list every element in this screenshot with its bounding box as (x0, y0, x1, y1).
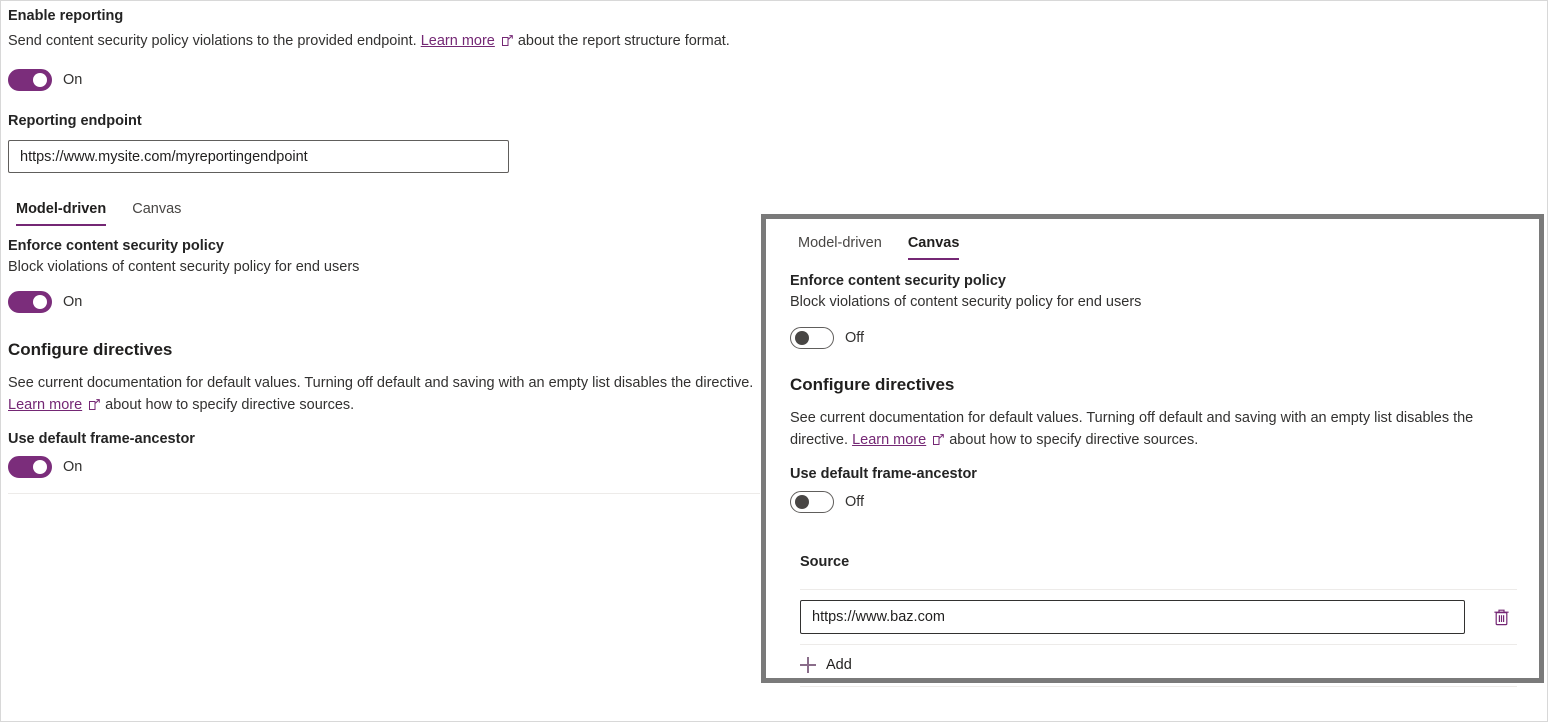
source-input[interactable]: https://www.baz.com (800, 600, 1465, 634)
external-link-icon (89, 399, 100, 410)
add-source-label: Add (826, 657, 852, 673)
inset-frame-ancestor-toggle[interactable] (790, 491, 834, 513)
inset-frame-ancestor-toggle-state: Off (845, 494, 864, 510)
enforce-policy-toggle-state: On (63, 294, 82, 310)
source-list: Source https://www.baz.com (790, 552, 1525, 687)
configure-directives-description-part2: about how to specify directive sources. (105, 397, 354, 413)
frame-ancestor-toggle[interactable] (8, 456, 52, 478)
background-settings-panel: Enable reporting Send content security p… (8, 0, 760, 494)
toggle-knob (795, 331, 809, 345)
frame-ancestor-toggle-row[interactable]: On (8, 456, 760, 478)
delete-source-button[interactable] (1485, 601, 1517, 633)
enforce-policy-toggle-row[interactable]: On (8, 291, 760, 313)
toggle-knob (33, 460, 47, 474)
reporting-endpoint-input[interactable]: https://www.mysite.com/myreportingendpoi… (8, 140, 509, 173)
inset-enforce-policy-description: Block violations of content security pol… (790, 291, 1525, 313)
learn-more-link-directives[interactable]: Learn more (8, 397, 82, 413)
enable-reporting-description: Send content security policy violations … (8, 30, 756, 52)
enable-reporting-toggle-state: On (63, 72, 82, 88)
inset-enforce-policy-label: Enforce content security policy (790, 271, 1525, 291)
enable-reporting-toggle-row[interactable]: On (8, 69, 760, 91)
enable-reporting-description-part2: about the report structure format. (518, 33, 730, 49)
configure-directives-description-part1: See current documentation for default va… (8, 375, 753, 391)
learn-more-link-reporting[interactable]: Learn more (421, 33, 495, 49)
toggle-knob (795, 495, 809, 509)
section-divider (8, 493, 760, 494)
inset-enforce-policy-toggle-state: Off (845, 330, 864, 346)
enable-reporting-description-part1: Send content security policy violations … (8, 33, 417, 49)
toggle-knob (33, 73, 47, 87)
source-column-header: Source (800, 552, 1517, 572)
source-row: https://www.baz.com (800, 600, 1517, 634)
canvas-settings-inset-panel: Model-driven Canvas Enforce content secu… (761, 214, 1544, 683)
source-row-divider (800, 644, 1517, 645)
enable-reporting-label: Enable reporting (8, 6, 760, 26)
enforce-policy-toggle[interactable] (8, 291, 52, 313)
reporting-endpoint-label: Reporting endpoint (8, 111, 760, 131)
external-link-icon (933, 434, 944, 445)
inset-enforce-policy-group: Enforce content security policy Block vi… (790, 271, 1525, 313)
frame-ancestor-toggle-state: On (63, 459, 82, 475)
enable-reporting-toggle[interactable] (8, 69, 52, 91)
tab-model-driven[interactable]: Model-driven (16, 201, 106, 226)
inset-configure-directives-description: See current documentation for default va… (790, 407, 1525, 451)
inset-tablist: Model-driven Canvas (790, 235, 1525, 260)
inset-configure-directives-heading: Configure directives (790, 373, 1525, 397)
add-source-button[interactable]: Add (800, 649, 1517, 681)
toggle-knob (33, 295, 47, 309)
trash-icon (1493, 608, 1510, 626)
inset-configure-directives-description-part2: about how to specify directive sources. (949, 432, 1198, 448)
enforce-policy-group: Enforce content security policy Block vi… (8, 236, 760, 278)
inset-enforce-policy-toggle-row[interactable]: Off (790, 327, 1525, 349)
inset-tab-canvas[interactable]: Canvas (908, 235, 960, 260)
enforce-policy-label: Enforce content security policy (8, 236, 760, 256)
configure-directives-heading: Configure directives (8, 338, 760, 362)
inset-frame-ancestor-toggle-row[interactable]: Off (790, 491, 1525, 513)
tab-canvas[interactable]: Canvas (132, 201, 181, 226)
enforce-policy-description: Block violations of content security pol… (8, 256, 760, 278)
reporting-endpoint-group: Reporting endpoint https://www.mysite.co… (8, 111, 760, 173)
frame-ancestor-label: Use default frame-ancestor (8, 429, 760, 449)
add-row-divider (800, 686, 1517, 687)
background-tablist: Model-driven Canvas (8, 201, 760, 226)
inset-tab-model-driven[interactable]: Model-driven (798, 235, 882, 260)
source-header-divider (800, 589, 1517, 590)
inset-enforce-policy-toggle[interactable] (790, 327, 834, 349)
plus-icon (800, 657, 816, 673)
canvas-settings-inner: Model-driven Canvas Enforce content secu… (766, 219, 1539, 678)
external-link-icon (502, 35, 513, 46)
configure-directives-description: See current documentation for default va… (8, 372, 756, 416)
inset-frame-ancestor-label: Use default frame-ancestor (790, 464, 1525, 484)
inset-learn-more-link-directives[interactable]: Learn more (852, 432, 926, 448)
enable-reporting-group: Enable reporting Send content security p… (8, 6, 760, 52)
